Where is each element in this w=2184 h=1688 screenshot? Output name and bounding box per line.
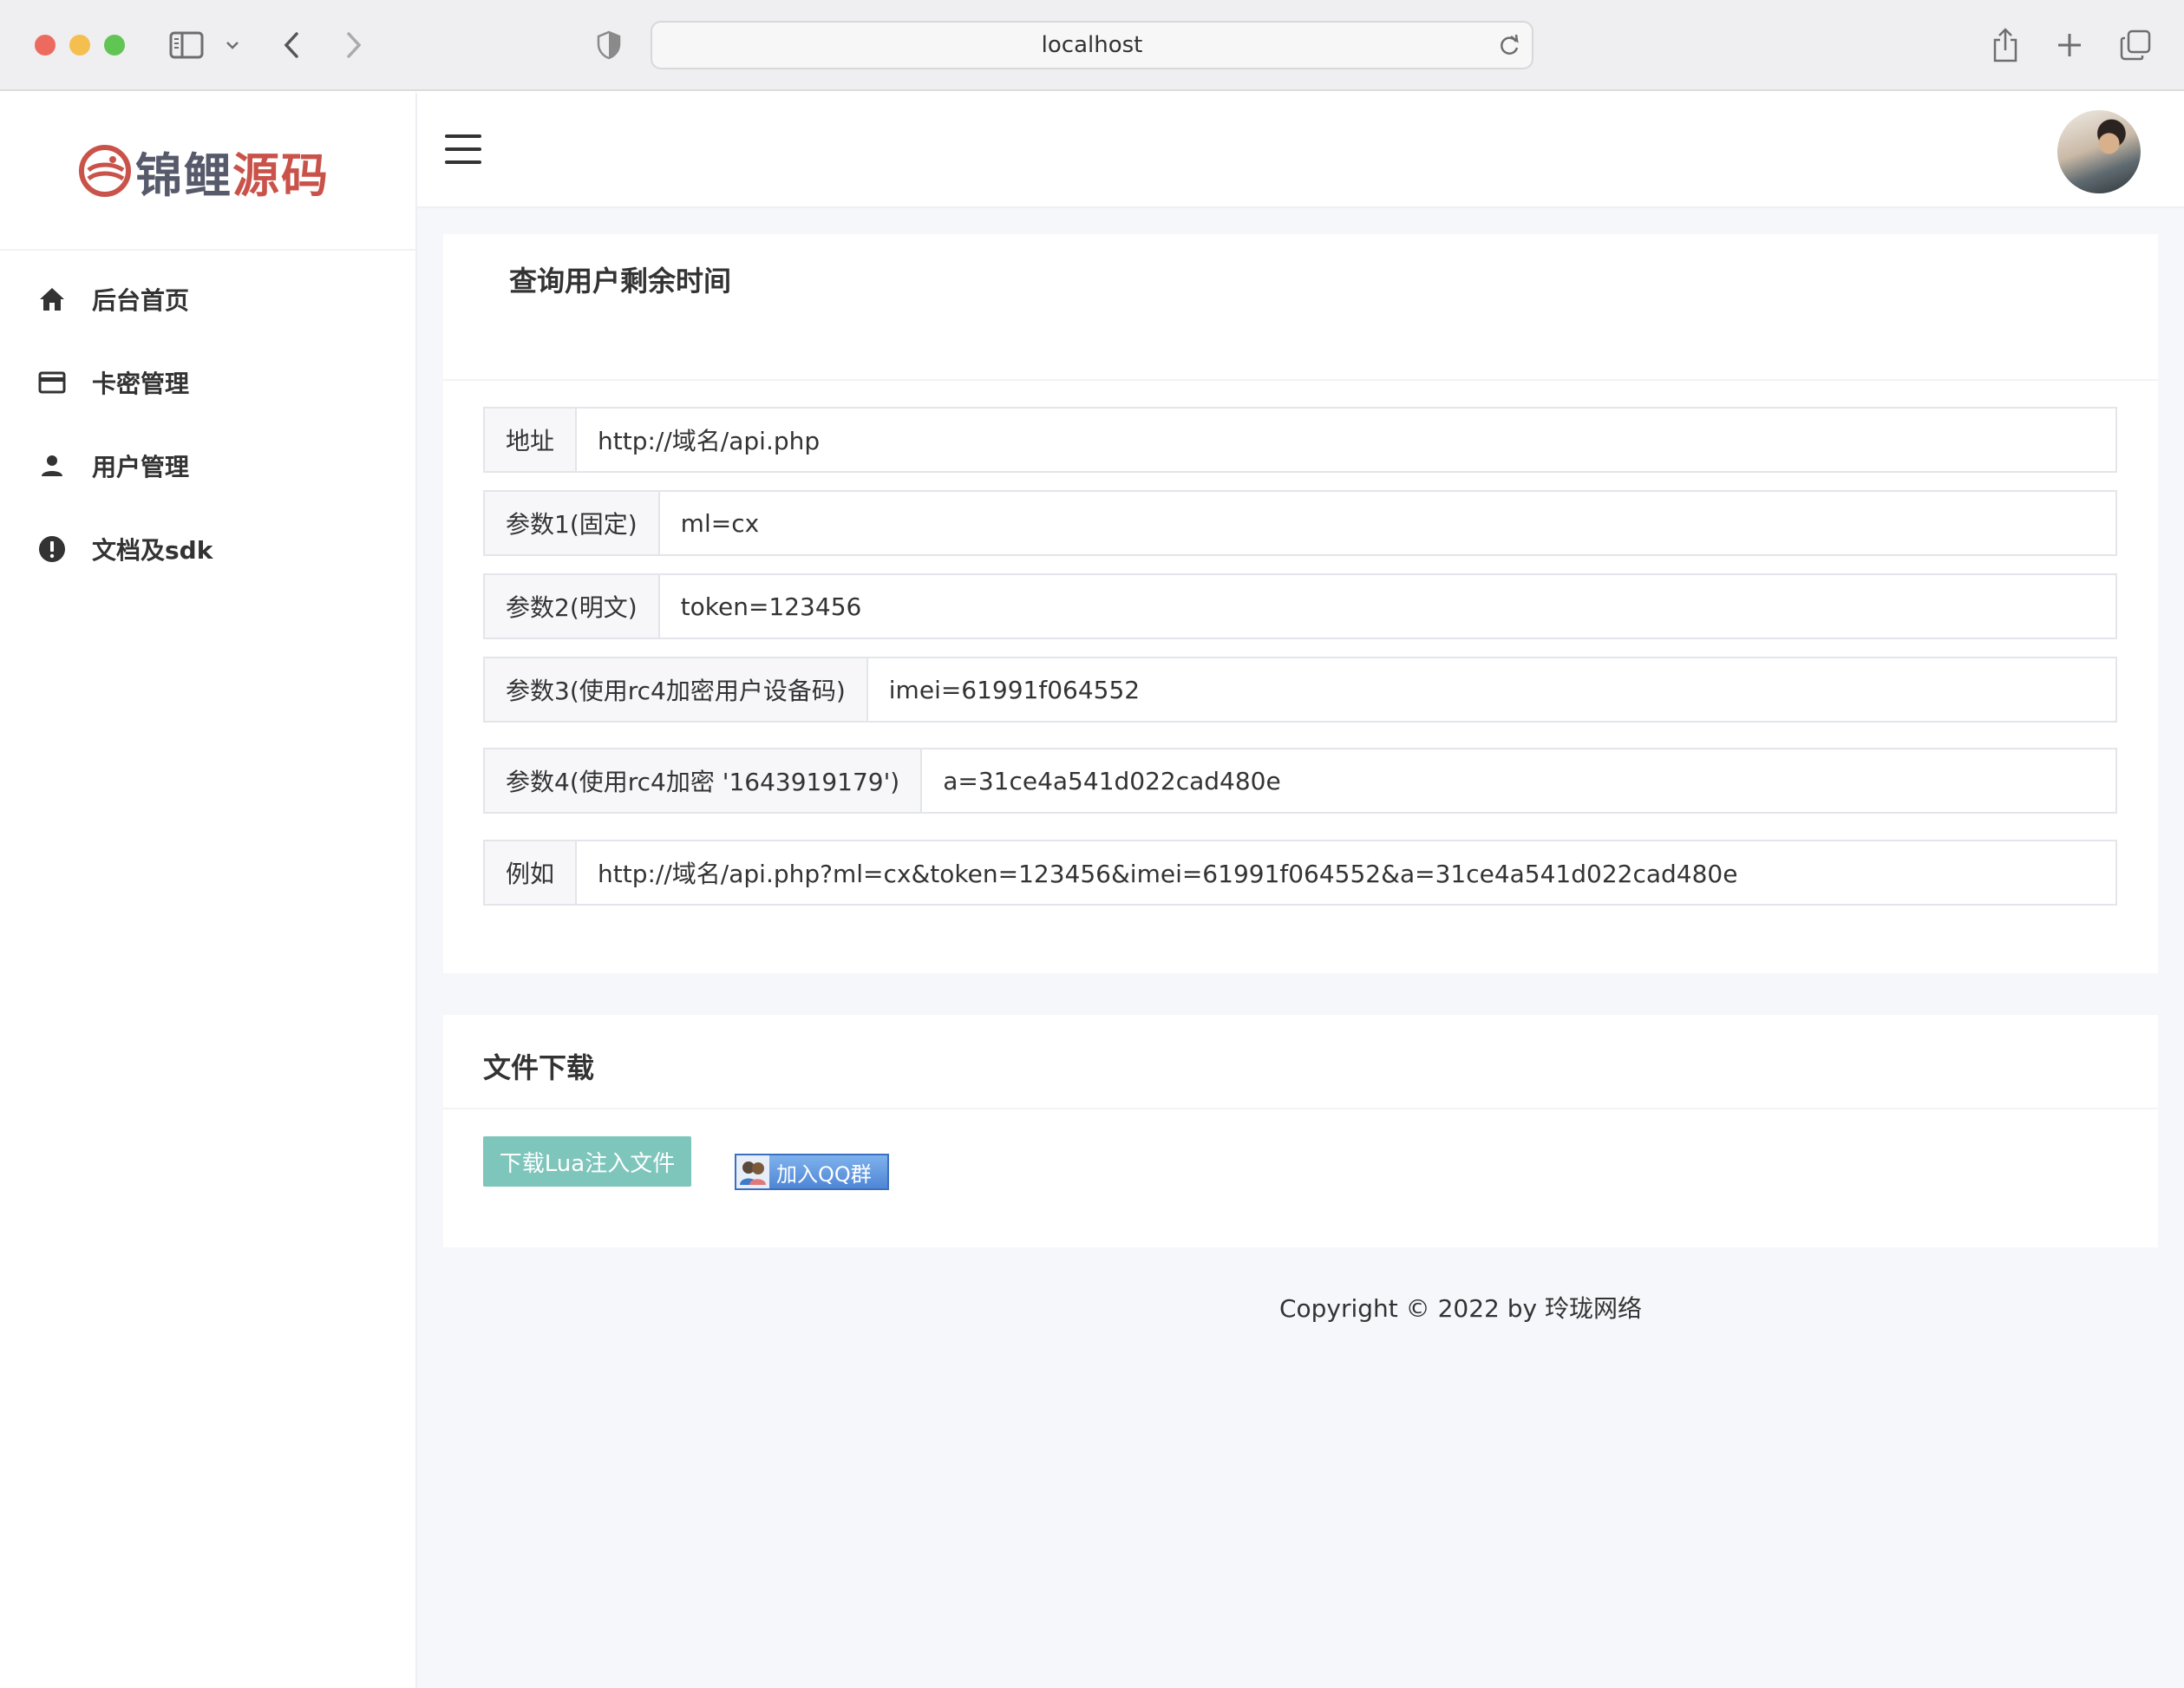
field-param4: 参数4(使用rc4加密 '1643919179') a=31ce4a541d02…	[483, 748, 2117, 814]
field-label: 参数2(明文)	[485, 575, 660, 638]
sidebar-item-label: 文档及sdk	[92, 536, 213, 565]
field-param2: 参数2(明文) token=123456	[483, 573, 2117, 639]
param3-input[interactable]: imei=61991f064552	[868, 658, 2115, 721]
menu-toggle-icon[interactable]	[445, 134, 481, 164]
field-label: 参数4(使用rc4加密 '1643919179')	[485, 749, 923, 812]
reload-icon[interactable]	[1497, 33, 1521, 57]
home-icon	[36, 284, 68, 315]
sidebar-item-label: 用户管理	[92, 453, 190, 481]
field-example: 例如 http://域名/api.php?ml=cx&token=123456&…	[483, 840, 2117, 906]
site-logo[interactable]: 锦鲤源码	[78, 136, 330, 206]
field-param1: 参数1(固定) ml=cx	[483, 490, 2117, 556]
logo-text-part1: 锦鲤	[135, 147, 232, 203]
sidebar-item-card-keys[interactable]: 卡密管理	[0, 341, 415, 424]
browser-toolbar: localhost	[0, 0, 2184, 91]
copyright-text: Copyright © 2022 by 玲珑网络	[1278, 1294, 1642, 1323]
maximize-window-button[interactable]	[104, 35, 125, 56]
qq-group-icon	[736, 1155, 769, 1188]
share-icon[interactable]	[1988, 23, 2023, 68]
logo-text: 锦鲤源码	[135, 137, 330, 206]
close-window-button[interactable]	[35, 35, 56, 56]
koi-logo-icon	[79, 145, 131, 197]
param2-input[interactable]: token=123456	[660, 575, 2115, 638]
footer: Copyright © 2022 by 玲珑网络	[417, 1290, 1642, 1325]
card-icon	[36, 367, 68, 398]
field-label: 参数1(固定)	[485, 492, 660, 554]
sidebar-divider	[0, 249, 415, 251]
card-title: 查询用户剩余时间	[509, 265, 732, 298]
query-time-card: 查询用户剩余时间 地址 http://域名/api.php 参数1(固定) ml…	[443, 234, 2158, 973]
card-divider	[443, 379, 2158, 381]
back-icon[interactable]	[276, 23, 307, 68]
main-content: 查询用户剩余时间 地址 http://域名/api.php 参数1(固定) ml…	[417, 93, 2184, 1688]
param1-input[interactable]: ml=cx	[660, 492, 2115, 554]
forward-icon[interactable]	[338, 23, 369, 68]
join-qq-group-button[interactable]: 加入QQ群	[735, 1154, 889, 1190]
minimize-window-button[interactable]	[69, 35, 90, 56]
card-divider	[443, 1108, 2158, 1109]
sidebar-item-label: 卡密管理	[92, 370, 190, 398]
file-download-card: 文件下载 下载Lua注入文件 加入QQ群	[443, 1015, 2158, 1247]
sidebar-item-docs-sdk[interactable]: 文档及sdk	[0, 507, 415, 591]
sidebar: 锦鲤源码 后台首页 卡密管理 用户管理 文档及sdk	[0, 93, 417, 1688]
logo-text-part2: 源码	[232, 147, 330, 203]
chevron-down-icon[interactable]	[222, 23, 243, 68]
download-lua-button[interactable]: 下载Lua注入文件	[483, 1136, 691, 1187]
card-title: 文件下载	[483, 1051, 595, 1084]
sidebar-nav: 后台首页 卡密管理 用户管理 文档及sdk	[0, 258, 415, 591]
avatar[interactable]	[2057, 110, 2141, 193]
param4-input[interactable]: a=31ce4a541d022cad480e	[922, 749, 2115, 812]
shield-icon[interactable]	[593, 23, 624, 68]
sidebar-item-users[interactable]: 用户管理	[0, 424, 415, 507]
user-icon	[36, 450, 68, 481]
alert-circle-icon	[36, 533, 68, 565]
sidebar-item-dashboard[interactable]: 后台首页	[0, 258, 415, 341]
new-tab-icon[interactable]	[2052, 23, 2087, 68]
sidebar-toggle-icon[interactable]	[167, 23, 206, 68]
tab-overview-icon[interactable]	[2118, 23, 2153, 68]
field-label: 参数3(使用rc4加密用户设备码)	[485, 658, 868, 721]
field-label: 例如	[485, 841, 578, 904]
field-param3: 参数3(使用rc4加密用户设备码) imei=61991f064552	[483, 657, 2117, 723]
address-bar[interactable]: localhost	[651, 21, 1533, 69]
address-input[interactable]: http://域名/api.php	[577, 409, 2115, 471]
top-header	[417, 93, 2184, 208]
field-address: 地址 http://域名/api.php	[483, 407, 2117, 473]
sidebar-item-label: 后台首页	[92, 286, 190, 315]
url-text: localhost	[1041, 32, 1143, 58]
qq-button-label: 加入QQ群	[776, 1161, 872, 1187]
field-label: 地址	[485, 409, 578, 471]
example-url-input[interactable]: http://域名/api.php?ml=cx&token=123456&ime…	[577, 841, 2115, 904]
